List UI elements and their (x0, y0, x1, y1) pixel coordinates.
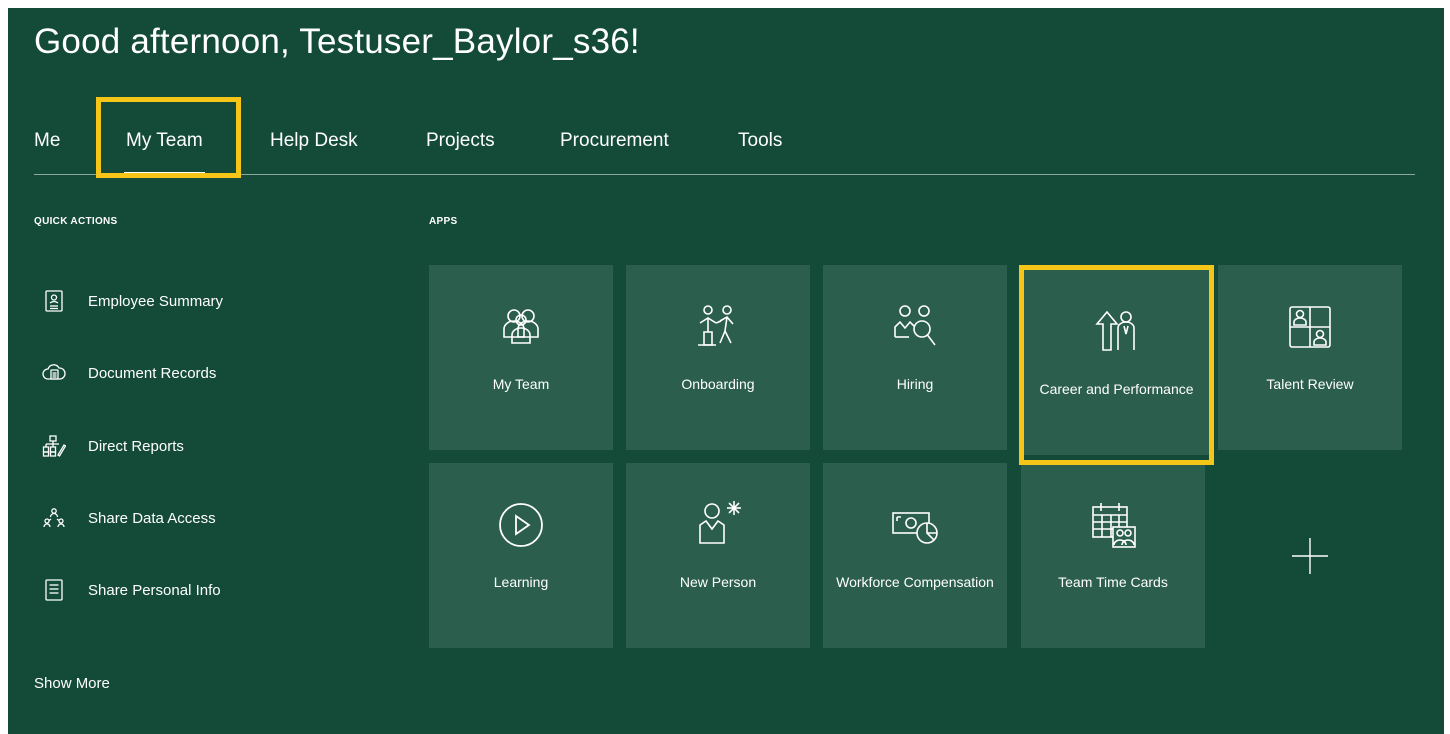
team-icon (495, 301, 547, 353)
cloud-document-icon (42, 361, 66, 385)
new-person-icon (692, 499, 744, 551)
app-tile-label: Team Time Cards (1058, 574, 1168, 590)
app-tile-hiring[interactable]: Hiring (823, 265, 1007, 450)
navigation-tabs: Me My Team Help Desk Projects Procuremen… (34, 124, 1415, 175)
quick-action-direct-reports[interactable]: Direct Reports (42, 430, 184, 462)
talent-review-icon (1284, 301, 1336, 353)
quick-action-label: Employee Summary (88, 292, 224, 310)
app-tile-label: My Team (492, 376, 550, 392)
quick-action-label: Document Records (88, 364, 217, 382)
app-tile-team-time-cards[interactable]: Team Time Cards (1021, 463, 1205, 648)
hiring-icon (889, 301, 941, 353)
quick-action-label: Direct Reports (88, 437, 184, 455)
app-tile-label: Workforce Compensation (836, 574, 994, 590)
document-lines-icon (42, 578, 66, 602)
career-icon (1091, 306, 1143, 358)
app-tile-label: Onboarding (681, 376, 755, 392)
quick-action-share-data-access[interactable]: Share Data Access (42, 502, 216, 534)
people-hierarchy-icon (42, 506, 66, 530)
calendar-team-icon (1087, 499, 1139, 551)
app-tile-label: Hiring (896, 376, 934, 392)
app-tile-my-team[interactable]: My Team (429, 265, 613, 450)
play-circle-icon (495, 499, 547, 551)
id-badge-icon (42, 289, 66, 313)
quick-action-document-records[interactable]: Document Records (42, 357, 216, 389)
app-tile-new-person[interactable]: New Person (626, 463, 810, 648)
page-greeting: Good afternoon, Testuser_Baylor_s36! (34, 22, 640, 61)
app-tile-talent-review[interactable]: Talent Review (1218, 265, 1402, 450)
app-tile-learning[interactable]: Learning (429, 463, 613, 648)
app-tile-label: Learning (493, 574, 549, 590)
app-tile-label: Career and Performance (1039, 381, 1194, 397)
tab-tools[interactable]: Tools (738, 130, 782, 152)
app-tile-label: New Person (679, 574, 757, 590)
quick-action-label: Share Personal Info (88, 581, 221, 599)
tab-projects[interactable]: Projects (426, 130, 495, 152)
app-tile-onboarding[interactable]: Onboarding (626, 265, 810, 450)
app-tile-label: Talent Review (1266, 376, 1354, 392)
org-chart-icon (42, 434, 67, 458)
show-more-link[interactable]: Show More (34, 675, 110, 692)
tab-help-desk[interactable]: Help Desk (270, 130, 358, 152)
app-tile-workforce-compensation[interactable]: Workforce Compensation (823, 463, 1007, 648)
compensation-icon (889, 499, 941, 551)
tab-my-team[interactable]: My Team (124, 130, 205, 175)
add-app-tile[interactable] (1218, 463, 1402, 648)
plus-icon (1290, 536, 1330, 576)
apps-heading: APPS (429, 216, 458, 227)
quick-actions-heading: QUICK ACTIONS (34, 216, 118, 227)
onboarding-icon (692, 301, 744, 353)
tab-procurement[interactable]: Procurement (560, 130, 669, 152)
quick-action-employee-summary[interactable]: Employee Summary (42, 285, 223, 317)
quick-action-label: Share Data Access (88, 509, 216, 527)
tab-me[interactable]: Me (34, 130, 60, 152)
app-tile-career-and-performance[interactable]: Career and Performance (1024, 270, 1209, 455)
home-page: Good afternoon, Testuser_Baylor_s36! Me … (8, 8, 1444, 734)
quick-action-share-personal-info[interactable]: Share Personal Info (42, 574, 221, 606)
